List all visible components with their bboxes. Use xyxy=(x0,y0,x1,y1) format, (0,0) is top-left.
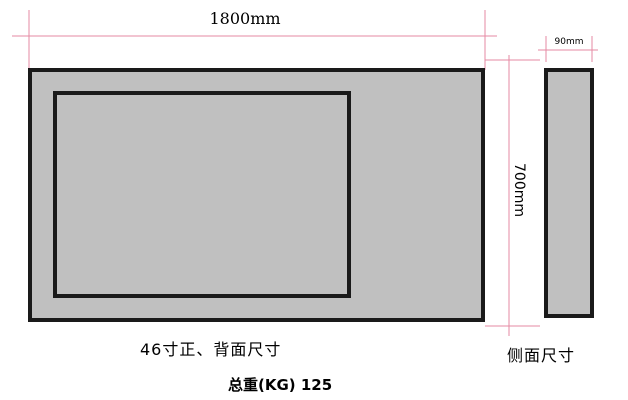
side-caption: 侧面尺寸 xyxy=(507,346,576,365)
front-panel xyxy=(28,68,485,322)
width-label: 1800mm xyxy=(209,9,280,28)
height-label: 700mm xyxy=(511,163,527,217)
depth-dimension: 90mm xyxy=(538,36,598,62)
side-panel-outline xyxy=(544,68,594,318)
dimension-drawing: 1800mm 700mm 90mm xyxy=(12,9,598,336)
height-dimension: 700mm xyxy=(485,55,540,336)
side-panel xyxy=(544,68,594,318)
front-panel-screen xyxy=(53,91,351,298)
width-dimension: 1800mm xyxy=(12,9,497,70)
weight-caption: 总重(KG) 125 xyxy=(228,376,333,394)
depth-label: 90mm xyxy=(555,37,584,47)
front-back-caption: 46寸正、背面尺寸 xyxy=(140,340,282,359)
